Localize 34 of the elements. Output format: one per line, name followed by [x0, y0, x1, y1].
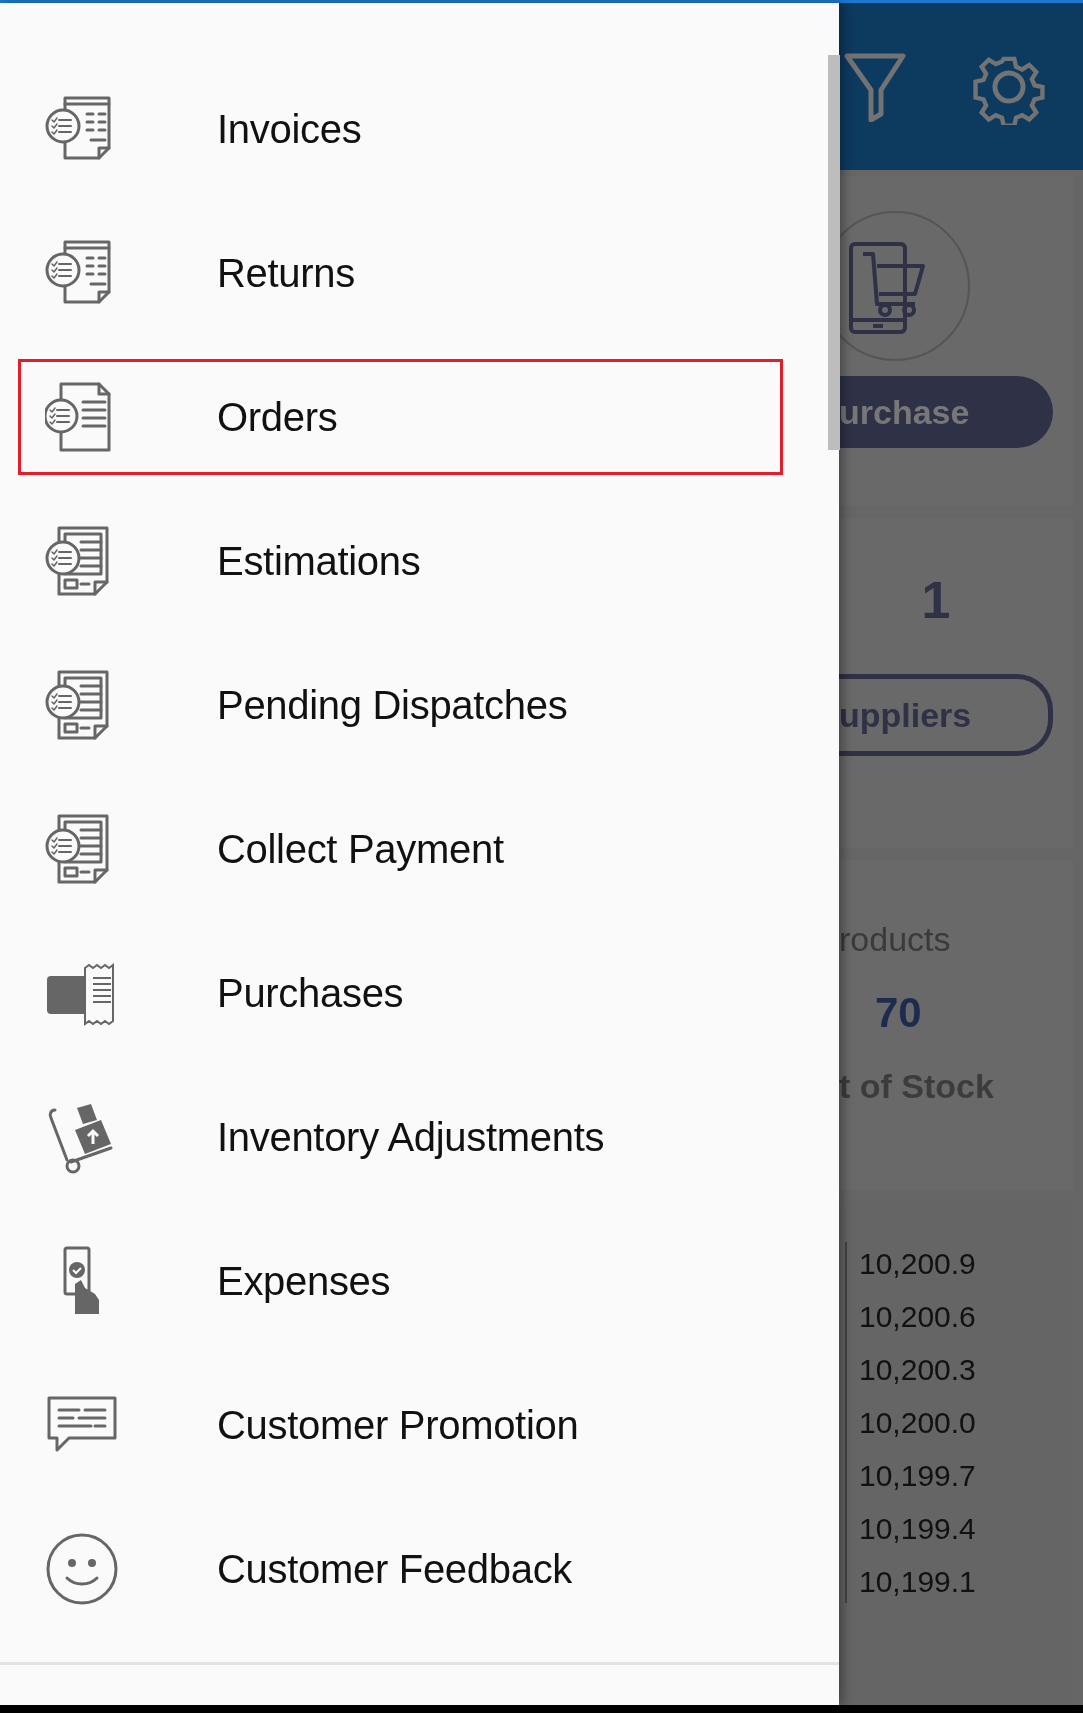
menu-item-label: Expenses	[217, 1258, 391, 1304]
axis-label: 10,199.1	[859, 1564, 976, 1600]
menu-item[interactable]: Customer Feedback	[18, 1497, 783, 1641]
menu-item-label: Purchases	[217, 970, 404, 1016]
menu-item[interactable]: Collect Payment	[18, 777, 783, 921]
menu-item-label: Returns	[217, 250, 355, 296]
menu-item-label: Pending Dispatches	[217, 682, 568, 728]
phone-cart-icon	[839, 210, 971, 362]
axis-label: 10,200.6	[859, 1299, 976, 1335]
products-count: 70	[875, 989, 922, 1037]
menu-item[interactable]: Pending Dispatches	[18, 633, 783, 777]
axis-label: 10,200.0	[859, 1405, 976, 1441]
menu-item-label: Orders	[217, 394, 338, 440]
menu-item[interactable]: Estimations	[18, 489, 783, 633]
menu-item[interactable]: Inventory Adjustments	[18, 1065, 783, 1209]
axis-label: 10,199.4	[859, 1511, 976, 1547]
suppliers-count: 1	[921, 570, 951, 630]
menu-item[interactable]: Invoices	[18, 57, 783, 201]
axis-label: 10,200.3	[859, 1352, 976, 1388]
menu-item[interactable]: Orders	[18, 359, 783, 475]
menu-item[interactable]: Returns	[18, 201, 783, 345]
menu-item-label: Customer Promotion	[217, 1402, 579, 1448]
menu-item[interactable]: Purchases	[18, 921, 783, 1065]
axis-label: 10,200.9	[859, 1246, 976, 1282]
menu-item-label: Collect Payment	[217, 826, 504, 872]
filter-icon[interactable]	[843, 51, 907, 122]
axis-label: 10,199.7	[859, 1458, 976, 1494]
menu-item-label: Inventory Adjustments	[217, 1114, 605, 1160]
menu-item-label: Estimations	[217, 538, 421, 584]
menu-item-label: Customer Feedback	[217, 1546, 573, 1592]
smiley-icon	[45, 1532, 119, 1606]
menu-item[interactable]: Customer Promotion	[18, 1353, 783, 1497]
menu-item[interactable]: Expenses	[18, 1209, 783, 1353]
menu-item-label: Invoices	[217, 106, 362, 152]
